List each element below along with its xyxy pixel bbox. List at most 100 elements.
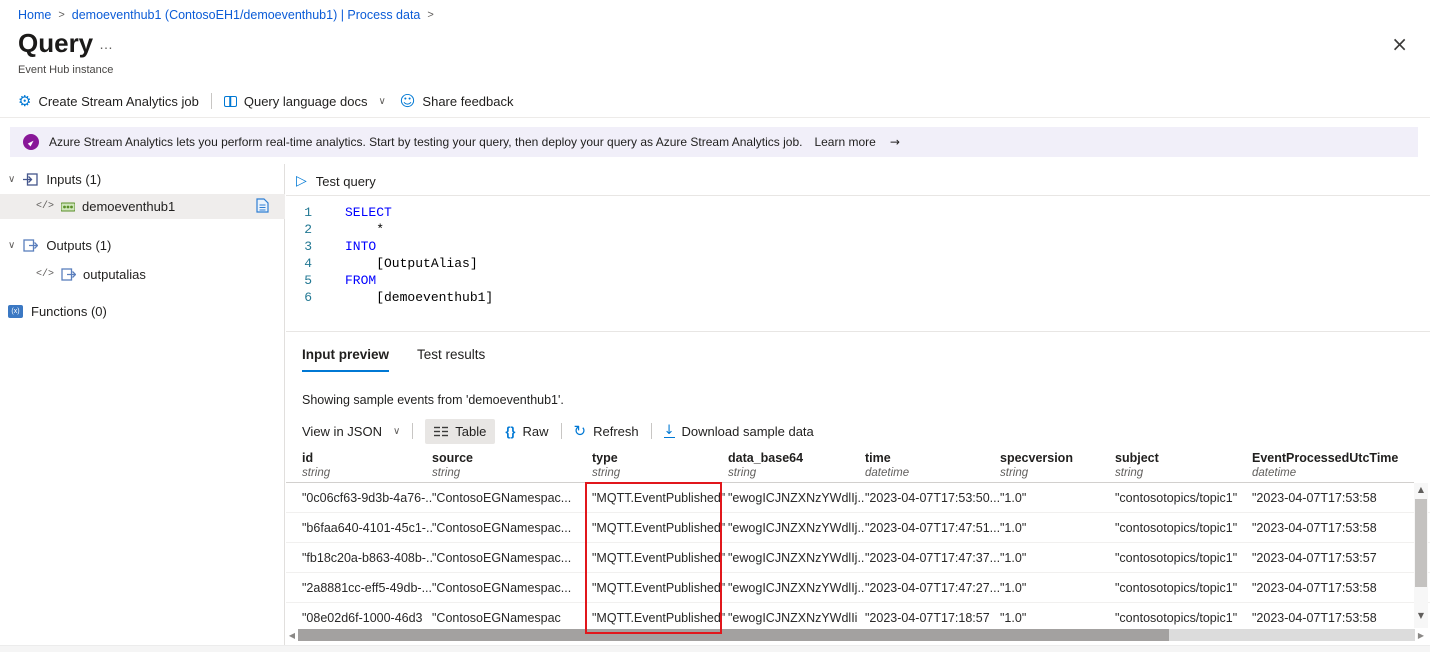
refresh-button[interactable]: ↻ Refresh: [574, 422, 639, 440]
scroll-down-icon[interactable]: ▼: [1414, 611, 1428, 620]
code-line: 2 *: [286, 221, 1430, 238]
scrollbar-thumb[interactable]: [298, 629, 1169, 641]
outputs-label: Outputs (1): [46, 238, 111, 253]
breadcrumb-current-link[interactable]: demoeventhub1 (ContosoEH1/demoeventhub1)…: [72, 8, 421, 22]
table-row: "fb18c20a-b863-408b-..."ContosoEGNamespa…: [286, 543, 1430, 573]
table-cell: "2023-04-07T17:47:51....: [865, 521, 1000, 535]
table-cell: "ContosoEGNamespac...: [432, 491, 592, 505]
rocket-icon: ►: [23, 134, 39, 150]
sidebar-item-demoeventhub1[interactable]: </> demoeventhub1: [0, 194, 285, 219]
table-cell: "1.0": [1000, 581, 1115, 595]
column-name: subject: [1115, 451, 1246, 466]
breadcrumb: Home > demoeventhub1 (ContosoEH1/demoeve…: [18, 8, 434, 22]
play-icon: ▷: [296, 173, 307, 189]
create-job-label: Create Stream Analytics job: [38, 94, 198, 109]
divider: [286, 331, 1430, 332]
view-in-json-dropdown[interactable]: View in JSON ∨: [302, 424, 400, 439]
outputs-icon: [23, 239, 38, 252]
tab-input-preview[interactable]: Input preview: [302, 347, 389, 372]
column-type: datetime: [1252, 466, 1408, 480]
stream-analytics-icon: ⚙: [18, 92, 31, 110]
column-type: datetime: [865, 466, 994, 480]
code-icon: </>: [36, 201, 54, 212]
line-number: 3: [286, 238, 312, 255]
table-icon: [434, 426, 448, 437]
toolbar-divider: [211, 93, 212, 109]
table-cell: "ewogICJNZXNzYWdlIj...: [728, 581, 865, 595]
banner-message: Azure Stream Analytics lets you perform …: [49, 135, 802, 149]
share-feedback-button[interactable]: ☺ Share feedback: [400, 92, 514, 110]
output-icon: [61, 268, 76, 281]
line-number: 4: [286, 255, 312, 272]
vertical-scrollbar[interactable]: ▲ ▼: [1414, 483, 1428, 628]
column-type: string: [432, 466, 586, 480]
table-cell: "contosotopics/topic1": [1115, 581, 1252, 595]
line-number: 1: [286, 204, 312, 221]
learn-more-link[interactable]: Learn more: [814, 135, 875, 149]
table-view-button[interactable]: Table: [425, 419, 495, 444]
column-header-specversion: specversionstring: [1000, 451, 1115, 482]
column-type: string: [728, 466, 859, 480]
chevron-down-icon: ∨: [8, 174, 15, 185]
table-cell: "ewogICJNZXNzYWdlIj...: [728, 521, 865, 535]
table-row: "b6faa640-4101-45c1-..."ContosoEGNamespa…: [286, 513, 1430, 543]
inputs-label: Inputs (1): [46, 172, 101, 187]
scroll-left-icon[interactable]: ◀: [286, 631, 298, 640]
table-cell: "2023-04-07T17:53:50....: [865, 491, 1000, 505]
column-name: data_base64: [728, 451, 859, 466]
view-in-json-label: View in JSON: [302, 424, 382, 439]
toolbar-divider: [412, 423, 413, 439]
code-line: 1 SELECT: [286, 204, 1430, 221]
sidebar-section-functions[interactable]: (x) Functions (0): [8, 304, 107, 319]
table-cell: "1.0": [1000, 491, 1115, 505]
test-query-button[interactable]: ▷ Test query: [296, 173, 376, 189]
column-header-eventprocessedutctime: EventProcessedUtcTimedatetime: [1252, 451, 1414, 482]
query-language-docs-button[interactable]: Query language docs ∨: [224, 94, 386, 109]
column-name: time: [865, 451, 994, 466]
document-icon[interactable]: [256, 198, 269, 213]
table-view-label: Table: [455, 424, 486, 439]
breadcrumb-home-link[interactable]: Home: [18, 8, 51, 22]
scroll-up-icon[interactable]: ▲: [1414, 485, 1428, 494]
raw-view-button[interactable]: {} Raw: [505, 424, 548, 439]
sidebar-section-outputs[interactable]: ∨ Outputs (1): [8, 238, 111, 253]
output-item-label: outputalias: [83, 267, 146, 282]
column-header-time: timedatetime: [865, 451, 1000, 482]
command-bar: ⚙ Create Stream Analytics job Query lang…: [18, 88, 514, 114]
horizontal-scrollbar[interactable]: ◀ ▶: [286, 628, 1427, 642]
line-number: 5: [286, 272, 312, 289]
table-cell: "1.0": [1000, 521, 1115, 535]
rocket-glyph: ►: [26, 137, 37, 148]
table-cell: "2023-04-07T17:53:58: [1252, 581, 1414, 595]
query-editor[interactable]: 1SELECT 2 * 3INTO 4 [OutputAlias] 5FROM …: [286, 196, 1430, 318]
tab-test-results[interactable]: Test results: [417, 347, 485, 372]
sidebar-item-outputalias[interactable]: </> outputalias: [0, 262, 285, 287]
breadcrumb-separator-icon: >: [427, 9, 433, 21]
test-query-label: Test query: [316, 174, 376, 189]
table-cell: "2023-04-07T17:47:27....: [865, 581, 1000, 595]
scrollbar-thumb[interactable]: [1415, 499, 1427, 587]
sidebar-section-inputs[interactable]: ∨ Inputs (1): [8, 172, 101, 187]
table-cell: "2023-04-07T17:53:57: [1252, 551, 1414, 565]
create-stream-analytics-job-button[interactable]: ⚙ Create Stream Analytics job: [18, 92, 199, 110]
table-cell: "ewogICJNZXNzYWdlIj...: [728, 491, 865, 505]
table-cell: "MQTT.EventPublished": [592, 611, 728, 625]
braces-icon: {}: [505, 424, 515, 439]
download-sample-data-button[interactable]: ↓ Download sample data: [664, 424, 814, 439]
table-cell: "ContosoEGNamespac: [432, 611, 592, 625]
table-row: "0c06cf63-9d3b-4a76-..."ContosoEGNamespa…: [286, 483, 1430, 513]
code-text: SELECT: [345, 204, 392, 221]
column-header-source: sourcestring: [432, 451, 592, 482]
table-cell: "contosotopics/topic1": [1115, 521, 1252, 535]
code-text: *: [345, 221, 384, 238]
table-cell: "1.0": [1000, 551, 1115, 565]
arrow-right-icon: →: [890, 135, 900, 149]
query-page: Home > demoeventhub1 (ContosoEH1/demoeve…: [0, 0, 1430, 652]
more-menu-button[interactable]: …: [99, 36, 114, 52]
functions-label: Functions (0): [31, 304, 107, 319]
table-cell: "fb18c20a-b863-408b-...: [302, 551, 432, 565]
close-icon[interactable]: ×: [1391, 32, 1408, 56]
scrollbar-track[interactable]: [298, 629, 1415, 641]
table-cell: "MQTT.EventPublished": [592, 521, 728, 535]
scroll-right-icon[interactable]: ▶: [1415, 631, 1427, 640]
